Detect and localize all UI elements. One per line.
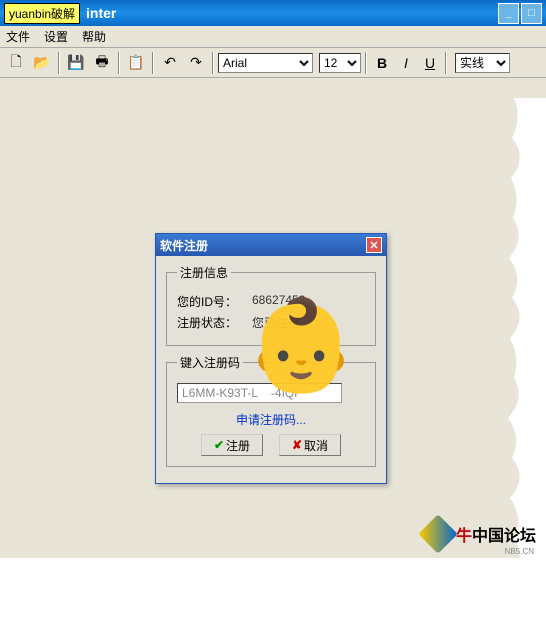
- save-icon[interactable]: 💾: [64, 51, 88, 75]
- print-icon[interactable]: 🖶: [90, 51, 114, 75]
- registration-code-input[interactable]: [177, 383, 342, 403]
- open-icon[interactable]: 📂: [30, 51, 54, 75]
- register-button[interactable]: ✔注册: [201, 434, 263, 456]
- size-select[interactable]: 12: [319, 53, 361, 73]
- crack-badge: yuanbin破解: [4, 3, 80, 24]
- toolbar: 🗋 📂 💾 🖶 📋 ↶ ↷ Arial 12 B I U 实线: [0, 48, 546, 78]
- info-legend: 注册信息: [177, 264, 231, 281]
- canvas-area: 软件注册 ✕ 注册信息 您的ID号： 68627453 注册状态： 您已注册 键…: [0, 78, 546, 558]
- separator: [58, 52, 60, 74]
- status-value: 您已注册: [252, 314, 300, 331]
- window-titlebar: yuanbin破解 inter _ □: [0, 0, 546, 26]
- bold-button[interactable]: B: [372, 53, 392, 73]
- menubar: 文件 设置 帮助: [0, 26, 546, 48]
- window-controls: _ □: [498, 3, 542, 24]
- logo-icon: [418, 514, 458, 554]
- font-select[interactable]: Arial: [218, 53, 313, 73]
- separator: [212, 52, 214, 74]
- id-value: 68627453: [252, 293, 305, 310]
- maximize-button[interactable]: □: [521, 3, 542, 24]
- separator: [365, 52, 367, 74]
- register-info-group: 注册信息 您的ID号： 68627453 注册状态： 您已注册: [166, 264, 376, 346]
- enter-code-group: 键入注册码 申请注册码... ✔注册 ✘取消: [166, 354, 376, 467]
- separator: [152, 52, 154, 74]
- linestyle-select[interactable]: 实线: [455, 53, 510, 73]
- site-watermark: 牛中国论坛: [424, 520, 536, 548]
- id-label: 您的ID号：: [177, 293, 252, 310]
- underline-button[interactable]: U: [420, 53, 440, 73]
- apply-code-link[interactable]: 申请注册码...: [177, 411, 365, 428]
- enter-legend: 键入注册码: [177, 354, 243, 371]
- register-dialog: 软件注册 ✕ 注册信息 您的ID号： 68627453 注册状态： 您已注册 键…: [155, 233, 387, 484]
- dialog-title: 软件注册: [160, 237, 366, 254]
- status-label: 注册状态：: [177, 314, 252, 331]
- new-icon[interactable]: 🗋: [4, 51, 28, 75]
- italic-button[interactable]: I: [396, 53, 416, 73]
- minimize-button[interactable]: _: [498, 3, 519, 24]
- dialog-body: 注册信息 您的ID号： 68627453 注册状态： 您已注册 键入注册码 申请…: [156, 256, 386, 483]
- dialog-titlebar: 软件注册 ✕: [156, 234, 386, 256]
- check-icon: ✔: [214, 438, 224, 452]
- menu-settings[interactable]: 设置: [44, 28, 68, 45]
- separator: [445, 52, 447, 74]
- menu-help[interactable]: 帮助: [82, 28, 106, 45]
- separator: [118, 52, 120, 74]
- redo-icon[interactable]: ↷: [184, 51, 208, 75]
- cancel-button[interactable]: ✘取消: [279, 434, 341, 456]
- undo-icon[interactable]: ↶: [158, 51, 182, 75]
- copy-icon[interactable]: 📋: [124, 51, 148, 75]
- menu-file[interactable]: 文件: [6, 28, 30, 45]
- close-icon[interactable]: ✕: [366, 237, 382, 253]
- cross-icon: ✘: [292, 438, 302, 452]
- window-title: inter: [86, 5, 498, 21]
